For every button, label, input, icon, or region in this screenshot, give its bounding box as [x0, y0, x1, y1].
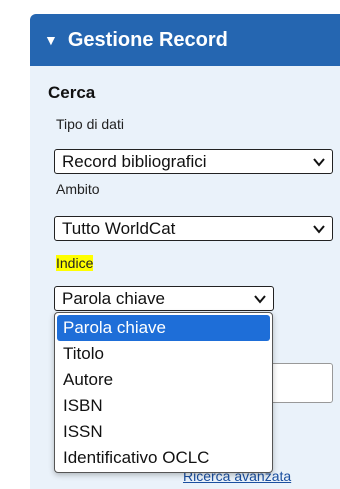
- scope-label: Ambito: [56, 181, 100, 197]
- chevron-down-icon: [313, 158, 325, 167]
- dropdown-option-oclc-id[interactable]: Identificativo OCLC: [57, 445, 270, 471]
- chevron-down-icon: [254, 295, 266, 304]
- dropdown-option-issn[interactable]: ISSN: [57, 419, 270, 445]
- search-section-title: Cerca: [48, 83, 96, 102]
- dropdown-option-author[interactable]: Autore: [57, 367, 270, 393]
- dropdown-option-title[interactable]: Titolo: [57, 341, 270, 367]
- panel-header[interactable]: ▼ Gestione Record: [30, 14, 340, 66]
- data-type-select[interactable]: Record bibliografici: [54, 149, 333, 174]
- index-select[interactable]: Parola chiave: [54, 286, 274, 311]
- index-dropdown-list[interactable]: Parola chiave Titolo Autore ISBN ISSN Id…: [54, 312, 273, 473]
- data-type-label: Tipo di dati: [56, 116, 124, 132]
- data-type-value: Record bibliografici: [62, 151, 207, 171]
- index-value: Parola chiave: [62, 288, 166, 308]
- dropdown-option-isbn[interactable]: ISBN: [57, 393, 270, 419]
- caret-down-icon: ▼: [44, 32, 58, 48]
- chevron-down-icon: [313, 225, 325, 234]
- scope-select[interactable]: Tutto WorldCat: [54, 216, 333, 241]
- index-label-text: Indice: [56, 255, 94, 271]
- scope-value: Tutto WorldCat: [62, 218, 176, 238]
- panel-title: Gestione Record: [67, 28, 228, 51]
- dropdown-option-keyword[interactable]: Parola chiave: [57, 315, 270, 341]
- index-label: Indice: [56, 255, 94, 271]
